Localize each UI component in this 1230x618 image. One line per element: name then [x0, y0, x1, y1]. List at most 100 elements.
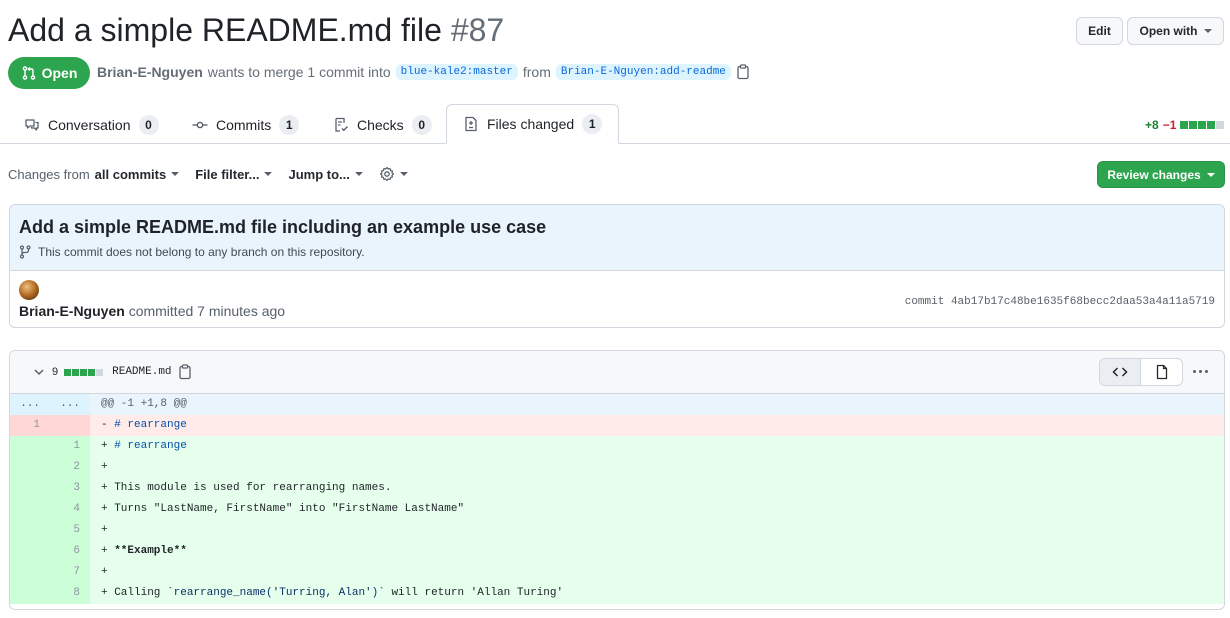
chevron-down-icon	[399, 172, 408, 176]
file-header: 9 README.md	[10, 351, 1224, 394]
tab-files-changed[interactable]: Files changed 1	[446, 104, 620, 144]
tab-label: Files changed	[487, 116, 575, 132]
line-number-new[interactable]: 4	[50, 499, 90, 520]
line-number-old[interactable]	[10, 562, 50, 583]
commit-info-box: Add a simple README.md file including an…	[9, 204, 1225, 328]
tab-conversation[interactable]: Conversation 0	[24, 106, 159, 144]
all-commits-label: all commits	[94, 166, 167, 182]
commit-author-link[interactable]: Brian-E-Nguyen	[19, 303, 125, 319]
merge-text: wants to merge 1 commit into	[207, 64, 391, 80]
changes-from-dropdown[interactable]: Changes from all commits	[8, 166, 180, 182]
line-number-new[interactable]: 1	[50, 436, 90, 457]
head-branch[interactable]: Brian-E-Nguyen:add-readme	[555, 64, 731, 80]
line-number-new[interactable]: 2	[50, 457, 90, 478]
diff-line-text: # rearrange	[114, 440, 187, 452]
diffstat: +8 −1	[1145, 118, 1225, 132]
diff-line-text-rest: will return 'Allan Turing'	[384, 587, 564, 599]
diff-marker: +	[101, 440, 115, 452]
diff-line-text: **Example**	[114, 545, 187, 557]
tab-counter: 1	[582, 114, 603, 134]
diff-settings-dropdown[interactable]	[379, 166, 408, 182]
rich-diff-button[interactable]	[1141, 359, 1182, 385]
avatar[interactable]	[19, 280, 39, 300]
file-diff: 9 README.md ... ... @@ -1 +1,8 @@ 1 - # …	[9, 350, 1225, 610]
pr-title-text: Add a simple README.md file	[8, 12, 442, 48]
diff-marker: +	[101, 545, 115, 557]
line-number-new[interactable]: 3	[50, 478, 90, 499]
changes-from-label: Changes from	[8, 166, 90, 182]
source-diff-button[interactable]	[1100, 359, 1142, 385]
checklist-icon	[335, 117, 349, 132]
diff-line-text: # rearrange	[114, 419, 187, 431]
line-number-new[interactable]: 8	[50, 583, 90, 604]
base-branch[interactable]: blue-kale2:master	[395, 64, 518, 80]
tab-checks[interactable]: Checks 0	[333, 106, 432, 144]
file-name[interactable]: README.md	[112, 366, 171, 378]
diffstat-blocks	[1180, 121, 1225, 129]
diff-line-addition: 5 +	[10, 520, 1224, 541]
tab-label: Commits	[216, 117, 272, 133]
line-number-old[interactable]	[10, 583, 50, 604]
tab-counter: 0	[138, 115, 159, 135]
tab-counter: 0	[411, 115, 432, 135]
commit-body: Brian-E-Nguyen committed 7 minutes ago c…	[10, 271, 1224, 327]
line-number-new[interactable]	[50, 415, 90, 436]
additions-count: +8	[1145, 118, 1159, 132]
line-number-old[interactable]	[10, 499, 50, 520]
kebab-horizontal-icon[interactable]	[1188, 361, 1212, 381]
line-number-old[interactable]: ...	[10, 394, 50, 415]
git-branch-icon	[19, 245, 31, 259]
diffstat-block	[96, 368, 104, 376]
diff-line-code: - # rearrange	[90, 415, 1224, 436]
diff-toolbar: Changes from all commits File filter... …	[8, 166, 424, 182]
deletions-count: −1	[1162, 118, 1177, 132]
diff-line-code: + # rearrange	[90, 436, 1224, 457]
diff-marker: +	[101, 587, 115, 599]
diffstat-block	[80, 368, 88, 376]
line-number-old[interactable]: 1	[10, 415, 50, 436]
edit-button[interactable]: Edit	[1076, 17, 1123, 45]
file-diffstat-blocks	[64, 368, 104, 376]
commit-author-line: Brian-E-Nguyen committed 7 minutes ago	[19, 303, 285, 319]
diff-marker: +	[101, 461, 108, 473]
pr-state-label: Open	[41, 65, 78, 81]
line-number-old[interactable]	[10, 541, 50, 562]
edit-button-label: Edit	[1088, 24, 1111, 38]
line-number-old[interactable]	[10, 436, 50, 457]
review-changes-button[interactable]: Review changes	[1097, 161, 1225, 188]
diff-line-addition: 7 +	[10, 562, 1224, 583]
file-filter-dropdown[interactable]: File filter...	[195, 167, 273, 182]
pr-author-link[interactable]: Brian-E-Nguyen	[97, 64, 203, 80]
jump-to-dropdown[interactable]: Jump to...	[288, 167, 363, 182]
line-number-old[interactable]	[10, 457, 50, 478]
diff-line-text: Calling	[114, 587, 168, 599]
chevron-down-icon	[171, 172, 180, 176]
chevron-down-icon[interactable]	[32, 365, 46, 379]
line-number-new[interactable]: 6	[50, 541, 90, 562]
line-number-new[interactable]: 7	[50, 562, 90, 583]
diff-line-addition: 3 + This module is used for rearranging n…	[10, 478, 1224, 499]
copy-icon[interactable]	[178, 364, 192, 380]
open-with-label: Open with	[1139, 24, 1198, 38]
open-with-button[interactable]: Open with	[1127, 17, 1224, 45]
commit-sha[interactable]: commit 4ab17b17c48be1635f68becc2daa53a4a…	[905, 296, 1215, 308]
diff-line-text: This module is used for rearranging name…	[114, 482, 392, 494]
diff-line-code: + **Example**	[90, 541, 1224, 562]
line-number-old[interactable]	[10, 520, 50, 541]
tab-commits[interactable]: Commits 1	[192, 106, 300, 144]
line-number-old[interactable]	[10, 478, 50, 499]
inline-code: `rearrange_name('Turring, Alan')`	[167, 587, 385, 599]
file-diff-icon	[465, 116, 477, 132]
git-pull-request-icon	[22, 66, 35, 80]
tab-counter: 1	[279, 115, 300, 135]
code-icon	[1112, 367, 1128, 377]
pr-state-badge: Open	[8, 57, 90, 89]
diff-line-addition: 4 + Turns "LastName, FirstName" into "Fir…	[10, 499, 1224, 520]
line-number-new[interactable]: ...	[50, 394, 90, 415]
file-header-left: 9 README.md	[32, 364, 192, 380]
copy-icon[interactable]	[736, 64, 750, 80]
diff-lines: 1- # rearrange 1 + # rearrange 2 +3 + This mo…	[10, 415, 1224, 604]
file-changes-count: 9	[52, 366, 59, 378]
line-number-new[interactable]: 5	[50, 520, 90, 541]
diff-marker: +	[101, 566, 108, 578]
